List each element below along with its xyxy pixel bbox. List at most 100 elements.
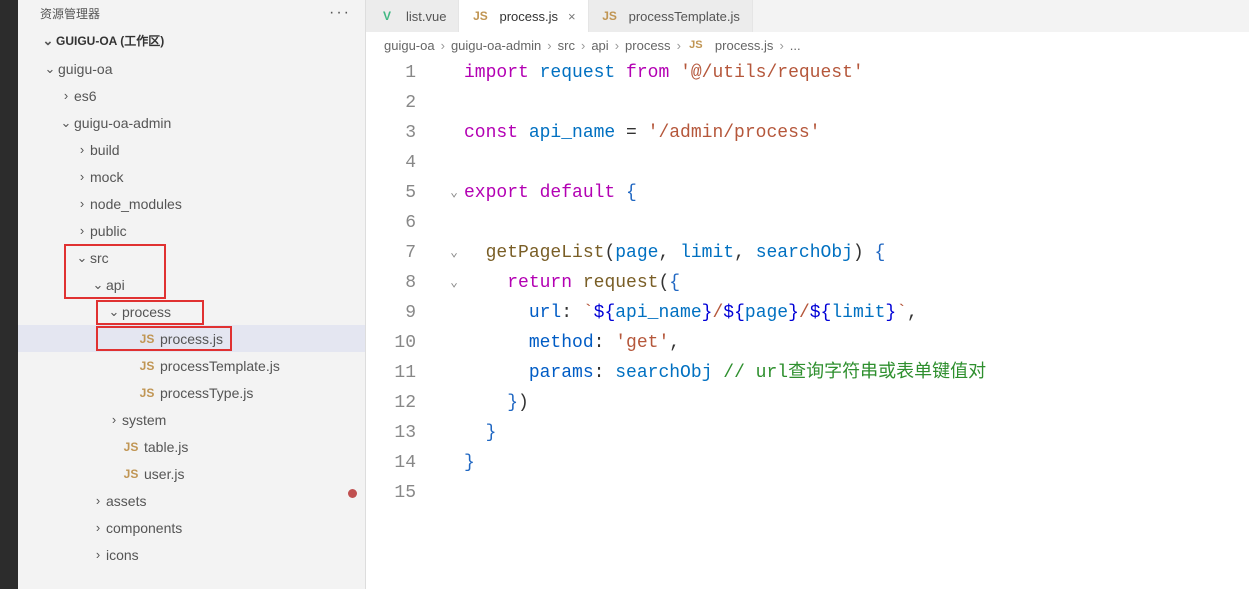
tree-item[interactable]: JStable.js xyxy=(18,433,365,460)
chevron-right-icon: › xyxy=(90,520,106,535)
code-line[interactable]: getPageList(page, limit, searchObj) { xyxy=(464,238,1249,268)
code-line[interactable] xyxy=(464,148,1249,178)
fold-marker xyxy=(444,328,464,358)
tree-item[interactable]: JSprocessType.js xyxy=(18,379,365,406)
line-number: 14 xyxy=(366,448,416,478)
tree-item-label: processType.js xyxy=(160,385,253,401)
fold-marker[interactable]: ⌄ xyxy=(444,268,464,298)
tree-item[interactable]: ›mock xyxy=(18,163,365,190)
chevron-right-icon: › xyxy=(58,88,74,103)
line-number: 4 xyxy=(366,148,416,178)
fold-marker xyxy=(444,358,464,388)
js-file-icon: JS xyxy=(601,9,619,23)
tree-item-label: assets xyxy=(106,493,146,509)
fold-marker[interactable]: ⌄ xyxy=(444,238,464,268)
code-line[interactable]: url: `${api_name}/${page}/${limit}`, xyxy=(464,298,1249,328)
workspace-label: GUIGU-OA (工作区) xyxy=(56,32,164,49)
tree-item-label: src xyxy=(90,250,109,266)
chevron-right-icon: › xyxy=(615,38,619,53)
fold-marker xyxy=(444,478,464,508)
chevron-down-icon: ⌄ xyxy=(58,115,74,131)
line-number: 2 xyxy=(366,88,416,118)
tree-item-label: guigu-oa-admin xyxy=(74,115,171,131)
file-tree[interactable]: ⌄guigu-oa›es6⌄guigu-oa-admin›build›mock›… xyxy=(18,55,365,588)
tree-item-label: process.js xyxy=(160,331,223,347)
code-line[interactable]: const api_name = '/admin/process' xyxy=(464,118,1249,148)
editor-area: Vlist.vue JS process.js × JS processTemplate.… xyxy=(366,0,1249,589)
tree-item[interactable]: ›node_modules xyxy=(18,190,365,217)
tree-item[interactable]: ⌄guigu-oa-admin xyxy=(18,109,365,136)
breadcrumb-segment[interactable]: process xyxy=(625,38,671,53)
chevron-right-icon: › xyxy=(74,169,90,184)
code-line[interactable]: method: 'get', xyxy=(464,328,1249,358)
fold-marker xyxy=(444,208,464,238)
chevron-right-icon: › xyxy=(106,412,122,427)
more-icon[interactable]: ··· xyxy=(329,4,351,22)
editor-tab[interactable]: JS processTemplate.js xyxy=(589,0,753,32)
breadcrumb-segment[interactable]: src xyxy=(558,38,575,53)
tree-item[interactable]: ›icons xyxy=(18,541,365,568)
tree-item[interactable]: JSprocessTemplate.js xyxy=(18,352,365,379)
tree-item[interactable]: ⌄process xyxy=(18,298,365,325)
breadcrumb-segment[interactable]: api xyxy=(591,38,608,53)
breadcrumb-segment[interactable]: process.js xyxy=(715,38,774,53)
code-line[interactable]: export default { xyxy=(464,178,1249,208)
editor-tabs[interactable]: Vlist.vue JS process.js × JS processTemplate.… xyxy=(366,0,1249,32)
activity-bar[interactable] xyxy=(0,0,18,589)
tree-item-label: node_modules xyxy=(90,196,182,212)
tree-item[interactable]: JSuser.js xyxy=(18,460,365,487)
tree-item[interactable]: ›assets xyxy=(18,487,365,514)
js-file-icon: JS xyxy=(138,359,156,373)
close-icon[interactable]: × xyxy=(568,9,576,24)
tree-item[interactable]: JSprocess.js xyxy=(18,325,365,352)
tree-item[interactable]: ›es6 xyxy=(18,82,365,109)
chevron-right-icon: › xyxy=(74,223,90,238)
tree-item-label: components xyxy=(106,520,182,536)
tab-label: list.vue xyxy=(406,9,446,24)
explorer-title: 资源管理器 xyxy=(40,5,100,22)
breadcrumb[interactable]: guigu-oa›guigu-oa-admin›src›api›process›… xyxy=(366,32,1249,58)
code-line[interactable] xyxy=(464,88,1249,118)
code-editor[interactable]: import request from '@/utils/request' con… xyxy=(464,58,1249,589)
tab-label: processTemplate.js xyxy=(629,9,740,24)
tree-item[interactable]: ›system xyxy=(18,406,365,433)
sidebar: 资源管理器 ··· ⌄ GUIGU-OA (工作区) ⌄guigu-oa›es6… xyxy=(18,0,366,589)
line-gutter: 123456789101112131415 xyxy=(366,58,444,589)
tree-item[interactable]: ⌄api xyxy=(18,271,365,298)
js-file-icon: JS xyxy=(687,39,705,51)
line-number: 9 xyxy=(366,298,416,328)
code-line[interactable]: }) xyxy=(464,388,1249,418)
fold-marker xyxy=(444,118,464,148)
dirty-indicator-icon xyxy=(348,489,357,498)
tree-item[interactable]: ›components xyxy=(18,514,365,541)
chevron-down-icon: ⌄ xyxy=(74,250,90,266)
tree-item[interactable]: ›public xyxy=(18,217,365,244)
tree-item[interactable]: ›build xyxy=(18,136,365,163)
chevron-right-icon: › xyxy=(581,38,585,53)
tab-label: process.js xyxy=(499,9,558,24)
code-line[interactable]: params: searchObj // url查询字符串或表单键值对 xyxy=(464,358,1249,388)
breadcrumb-segment[interactable]: ... xyxy=(790,38,801,53)
chevron-right-icon: › xyxy=(90,547,106,562)
code-line[interactable]: } xyxy=(464,418,1249,448)
fold-marker xyxy=(444,388,464,418)
fold-marker[interactable]: ⌄ xyxy=(444,178,464,208)
code-line[interactable] xyxy=(464,478,1249,508)
code-line[interactable] xyxy=(464,208,1249,238)
code-line[interactable]: } xyxy=(464,448,1249,478)
line-number: 8 xyxy=(366,268,416,298)
chevron-right-icon: › xyxy=(779,38,783,53)
fold-column[interactable]: ⌄⌄⌄ xyxy=(444,58,464,589)
breadcrumb-segment[interactable]: guigu-oa-admin xyxy=(451,38,541,53)
tree-item[interactable]: ⌄guigu-oa xyxy=(18,55,365,82)
fold-marker xyxy=(444,148,464,178)
editor-tab[interactable]: JSprocess.js× xyxy=(459,0,588,32)
tree-item[interactable]: ⌄src xyxy=(18,244,365,271)
workspace-title[interactable]: ⌄ GUIGU-OA (工作区) xyxy=(18,26,365,55)
editor-tab[interactable]: Vlist.vue xyxy=(366,0,459,32)
code-line[interactable]: import request from '@/utils/request' xyxy=(464,58,1249,88)
code-line[interactable]: return request({ xyxy=(464,268,1249,298)
line-number: 5 xyxy=(366,178,416,208)
breadcrumb-segment[interactable]: guigu-oa xyxy=(384,38,435,53)
line-number: 6 xyxy=(366,208,416,238)
